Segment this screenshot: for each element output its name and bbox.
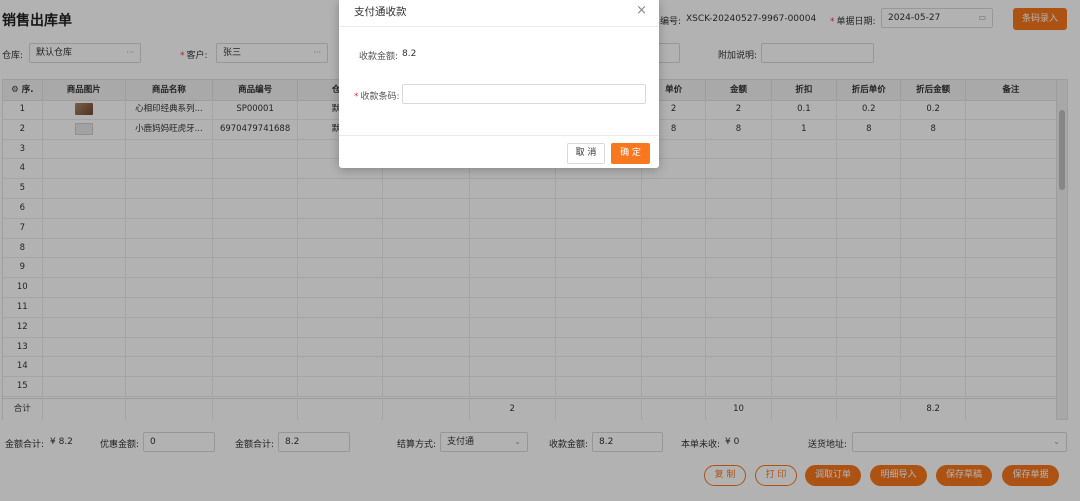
- barcode-input[interactable]: [402, 84, 646, 104]
- modal-title: 支付通收款: [354, 6, 407, 18]
- close-icon[interactable]: ×: [636, 3, 647, 18]
- modal-amount-value: 8.2: [402, 49, 417, 59]
- modal-barcode-label: * 收款条码:: [354, 92, 400, 102]
- modal-divider: [339, 135, 659, 136]
- ok-button[interactable]: 确 定: [611, 143, 650, 164]
- cancel-button[interactable]: 取 消: [567, 143, 605, 164]
- modal-divider: [339, 26, 659, 27]
- payment-modal: 支付通收款 × 收款金额: 8.2 * 收款条码: 取 消 确 定: [339, 0, 659, 168]
- modal-amount-label: 收款金额:: [359, 52, 399, 62]
